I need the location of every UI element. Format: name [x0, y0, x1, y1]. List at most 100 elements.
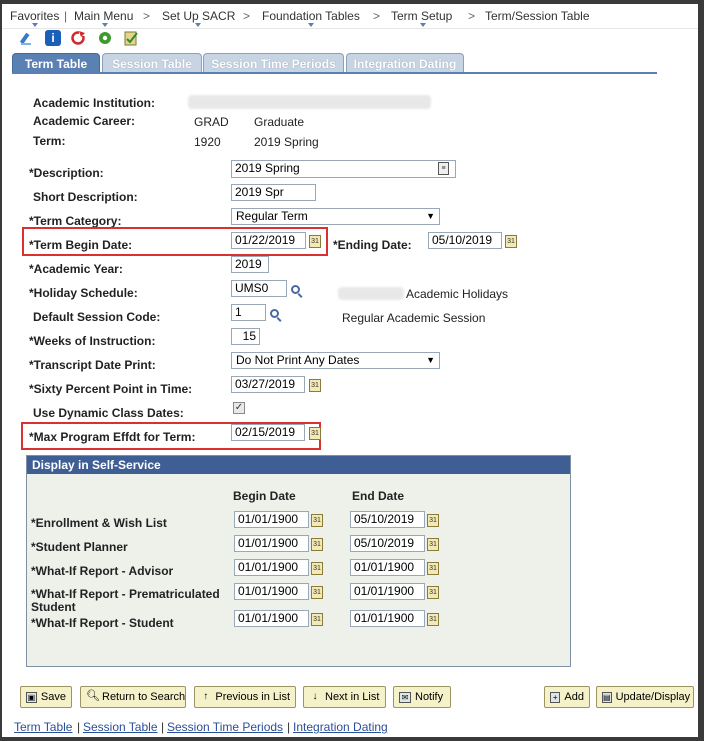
calendar-icon[interactable]: 31: [309, 379, 321, 392]
holiday-schedule-value: UMS0: [235, 281, 269, 295]
calendar-icon[interactable]: 31: [427, 538, 439, 551]
footer-link-session-table[interactable]: Session Table: [83, 720, 158, 734]
transcript-select[interactable]: Do Not Print Any Dates ▼: [231, 352, 440, 369]
tab-session-table[interactable]: Session Table: [102, 53, 202, 73]
breadcrumb-set-up-sacr[interactable]: Set Up SACR: [162, 9, 235, 23]
ss-begin-input[interactable]: 01/01/1900: [234, 610, 309, 627]
career-label: Academic Career:: [33, 114, 136, 128]
ss-begin-input[interactable]: 01/01/1900: [234, 535, 309, 552]
breadcrumb: Favorites | Main Menu > Set Up SACR > Fo…: [2, 4, 698, 29]
max-program-input[interactable]: 02/15/2019: [231, 424, 305, 441]
dropdown-arrow-icon: ▼: [426, 355, 435, 365]
session-code-input[interactable]: 1: [231, 304, 266, 321]
description-input[interactable]: 2019 Spring: [231, 160, 456, 178]
search-icon[interactable]: [270, 309, 279, 318]
pencil-icon[interactable]: [20, 30, 36, 46]
tab-session-time-periods[interactable]: Session Time Periods: [203, 53, 344, 73]
save-button[interactable]: ▣ Save: [20, 686, 72, 708]
breadcrumb-favorites[interactable]: Favorites: [10, 9, 59, 23]
term-category-label: *Term Category:: [29, 214, 122, 228]
sixty-percent-input[interactable]: 03/27/2019: [231, 376, 305, 393]
chevron-down-icon: [420, 23, 426, 27]
calendar-icon[interactable]: 31: [311, 538, 323, 551]
search-icon: 🔍︎: [86, 689, 100, 702]
footer-link-integration-dating[interactable]: Integration Dating: [293, 720, 388, 734]
info-icon[interactable]: i: [45, 30, 61, 46]
breadcrumb-main-menu[interactable]: Main Menu: [74, 9, 133, 23]
update-display-button[interactable]: ▤ Update/Display: [596, 686, 694, 708]
breadcrumb-term-session-table[interactable]: Term/Session Table: [485, 9, 590, 23]
career-code: GRAD: [194, 115, 229, 129]
next-label: Next in List: [325, 691, 380, 703]
ss-row-label: *What-If Report - Prematriculated Studen…: [31, 587, 220, 614]
term-begin-value: 01/22/2019: [235, 233, 296, 247]
notify-label: Notify: [415, 691, 444, 703]
calendar-icon[interactable]: 31: [427, 562, 439, 575]
begin-date-header: Begin Date: [233, 489, 296, 503]
tab-divider: [12, 72, 657, 74]
calendar-icon[interactable]: 31: [309, 235, 321, 248]
calendar-icon[interactable]: 31: [311, 562, 323, 575]
ss-begin-value: 01/01/1900: [238, 536, 299, 550]
redacted-holiday: [338, 287, 404, 300]
ss-end-input[interactable]: 05/10/2019: [350, 511, 425, 528]
previous-in-list-button[interactable]: ↑ Previous in List: [194, 686, 296, 708]
calendar-icon[interactable]: 31: [309, 427, 321, 440]
calendar-icon[interactable]: 31: [311, 586, 323, 599]
ss-end-input[interactable]: 01/01/1900: [350, 610, 425, 627]
short-description-label: Short Description:: [33, 190, 138, 204]
ending-date-input[interactable]: 05/10/2019: [428, 232, 502, 249]
academic-year-label: *Academic Year:: [29, 262, 123, 276]
ss-end-value: 01/01/1900: [354, 560, 415, 574]
breadcrumb-chevron-icon: >: [468, 9, 476, 23]
ending-date-label: *Ending Date:: [333, 238, 412, 252]
refresh-icon[interactable]: [70, 30, 86, 46]
breadcrumb-foundation-tables[interactable]: Foundation Tables: [262, 9, 360, 23]
description-label: *Description:: [29, 166, 104, 180]
calendar-icon[interactable]: 31: [427, 586, 439, 599]
description-value: 2019 Spring: [235, 161, 300, 175]
tab-term-table[interactable]: Term Table: [12, 53, 100, 73]
calendar-icon[interactable]: 31: [427, 514, 439, 527]
update-label: Update/Display: [615, 691, 691, 703]
ss-end-input[interactable]: 01/01/1900: [350, 559, 425, 576]
footer-link-term-table[interactable]: Term Table: [14, 720, 72, 734]
clipboard-icon[interactable]: [123, 30, 139, 46]
holiday-description: Academic Holidays: [406, 287, 509, 301]
academic-year-input[interactable]: 2019: [231, 256, 269, 273]
expand-text-icon[interactable]: ≡: [438, 162, 449, 175]
footer-link-session-time-periods[interactable]: Session Time Periods: [167, 720, 283, 734]
ss-begin-value: 01/01/1900: [238, 512, 299, 526]
tab-label: Session Table: [112, 56, 192, 71]
ss-end-input[interactable]: 05/10/2019: [350, 535, 425, 552]
next-in-list-button[interactable]: ↓ Next in List: [303, 686, 386, 708]
weeks-input[interactable]: 15: [231, 328, 260, 345]
breadcrumb-chevron-icon: >: [243, 9, 251, 23]
dynamic-dates-checkbox[interactable]: ✓: [233, 402, 245, 414]
short-description-input[interactable]: 2019 Spr: [231, 184, 316, 201]
calendar-icon[interactable]: 31: [427, 613, 439, 626]
return-to-search-button[interactable]: 🔍︎ Return to Search: [80, 686, 186, 708]
add-button[interactable]: + Add: [544, 686, 590, 708]
search-icon[interactable]: [291, 285, 300, 294]
notify-button[interactable]: ✉ Notify: [393, 686, 451, 708]
holiday-schedule-input[interactable]: UMS0: [231, 280, 287, 297]
ss-begin-input[interactable]: 01/01/1900: [234, 511, 309, 528]
ss-begin-input[interactable]: 01/01/1900: [234, 559, 309, 576]
calendar-icon[interactable]: 31: [311, 514, 323, 527]
term-category-select[interactable]: Regular Term ▼: [231, 208, 440, 225]
gear-icon[interactable]: [97, 30, 113, 46]
ss-begin-input[interactable]: 01/01/1900: [234, 583, 309, 600]
max-program-value: 02/15/2019: [235, 425, 296, 439]
notify-icon: ✉: [399, 691, 411, 703]
breadcrumb-term-setup[interactable]: Term Setup: [391, 9, 452, 23]
tab-integration-dating[interactable]: Integration Dating: [346, 53, 464, 73]
end-date-header: End Date: [352, 489, 405, 503]
ss-end-input[interactable]: 01/01/1900: [350, 583, 425, 600]
tab-label: Integration Dating: [353, 56, 457, 71]
term-begin-input[interactable]: 01/22/2019: [231, 232, 306, 249]
institution-label: Academic Institution:: [33, 96, 156, 110]
calendar-icon[interactable]: 31: [505, 235, 517, 248]
tab-label: Term Table: [24, 56, 88, 71]
calendar-icon[interactable]: 31: [311, 613, 323, 626]
